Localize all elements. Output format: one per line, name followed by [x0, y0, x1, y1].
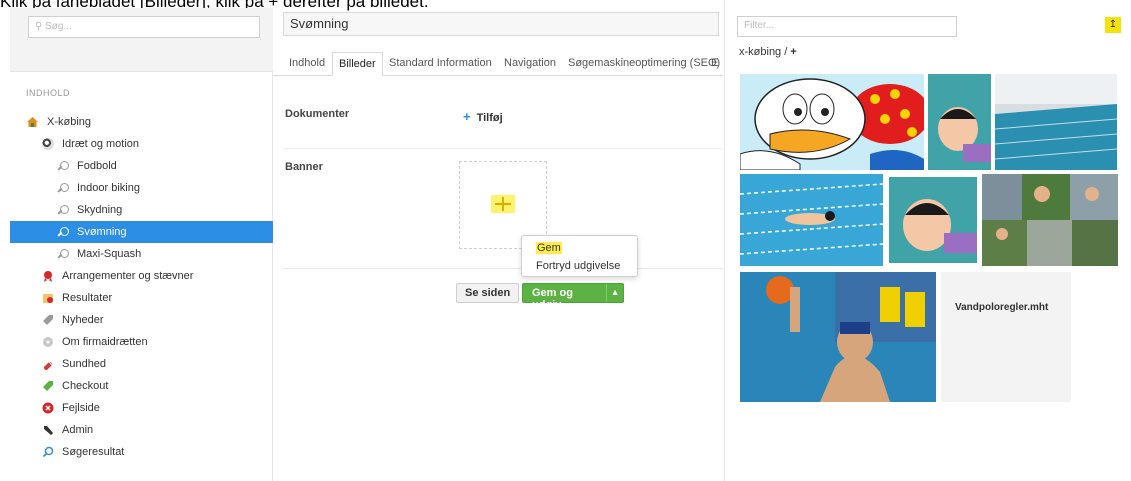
tag-icon: [43, 315, 53, 325]
baby-swimmer-image-2[interactable]: [889, 177, 977, 263]
certificate-icon: [43, 294, 53, 303]
tree-item-resultater[interactable]: Resultater: [10, 287, 273, 309]
search-icon: [58, 248, 69, 260]
content-editor: Svømning Indhold Billeder Standard Infor…: [273, 8, 723, 481]
tree-item-label: Idræt og motion: [62, 138, 140, 150]
tree-item-skydning[interactable]: Skydning: [10, 199, 273, 221]
tree-item-checkout[interactable]: Checkout: [10, 375, 273, 397]
tree-item-label: Resultater: [62, 292, 113, 304]
indoor-pool-image[interactable]: [995, 74, 1117, 170]
filter-input[interactable]: Filter...: [737, 16, 957, 37]
tree-item-label: Nyheder: [62, 314, 104, 326]
documents-label: Dokumenter: [285, 108, 350, 120]
see-page-button[interactable]: Se siden: [456, 283, 520, 303]
tab-navigation[interactable]: Navigation: [498, 52, 562, 76]
tree-item-label: Om firmaidrætten: [62, 336, 148, 348]
home-icon: [27, 117, 38, 127]
search-icon: [42, 446, 54, 458]
editor-tabs: Indhold Billeder Standard Information Na…: [273, 50, 723, 76]
publish-label: Gem og udgiv: [532, 287, 573, 311]
menu-item-save[interactable]: Gem: [536, 242, 562, 254]
banner-label: Banner: [285, 161, 323, 173]
water-polo-image[interactable]: [740, 272, 936, 402]
file-tile[interactable]: Vandpoloregler.mht: [941, 272, 1071, 402]
tree-item-fejlside[interactable]: Fejlside: [10, 397, 273, 419]
ribbon-icon: [44, 271, 52, 282]
search-icon: ⚲: [35, 21, 43, 32]
tab-overflow[interactable]: E: [709, 52, 724, 76]
tree-item-maxi-squash[interactable]: Maxi-Squash: [10, 243, 273, 265]
tree-item-arrangementer[interactable]: Arrangementer og stævner: [10, 265, 273, 287]
pill-icon: [43, 361, 53, 370]
tree-item-label: Maxi-Squash: [77, 248, 142, 260]
publish-options-menu: Gem Fortryd udgivelse: [521, 235, 638, 277]
media-picker-panel: Filter... ↥ x-købing / + Vandpoloregler.…: [724, 0, 1131, 481]
tree-item-fodbold[interactable]: Fodbold: [10, 155, 273, 177]
file-name: Vandpoloregler.mht: [955, 302, 1049, 313]
soccer-ball-icon: [42, 138, 54, 150]
add-label: Tilføj: [476, 112, 503, 124]
upload-icon[interactable]: ↥: [1105, 17, 1121, 33]
save-and-publish-button[interactable]: Gem og udgiv ▲: [522, 283, 624, 311]
tree-item-nyheder[interactable]: Nyheder: [10, 309, 273, 331]
tree-item-label: Checkout: [62, 380, 109, 392]
search-icon: [58, 160, 69, 172]
wrench-icon: [44, 426, 53, 435]
caret-up-icon[interactable]: ▲: [606, 284, 623, 302]
donald-duck-image[interactable]: [740, 74, 924, 170]
media-breadcrumb: x-købing / +: [739, 46, 797, 58]
tree-item-label: X-købing: [47, 116, 92, 128]
tree-item-label: Fodbold: [77, 160, 117, 172]
error-icon: [42, 402, 54, 414]
tree-item-label: Sundhed: [62, 358, 107, 370]
menu-item-undo-publish[interactable]: Fortryd udgivelse: [536, 260, 620, 272]
search-icon: [58, 182, 69, 194]
tree-item-admin[interactable]: Admin: [10, 419, 273, 441]
tree-item-label: Indoor biking: [77, 182, 140, 194]
tree-item-sundhed[interactable]: Sundhed: [10, 353, 273, 375]
tree-item-svomning[interactable]: Svømning: [10, 221, 273, 243]
tab-indhold[interactable]: Indhold: [283, 52, 331, 76]
tree-item-label: Svømning: [77, 226, 127, 238]
tab-standard-information[interactable]: Standard Information: [383, 52, 498, 76]
section-label: INDHOLD: [26, 88, 71, 98]
tree-item-indoor-biking[interactable]: Indoor biking: [10, 177, 273, 199]
triathlon-collage-image[interactable]: [982, 174, 1118, 266]
divider: [283, 268, 723, 269]
tree-item-label: Søgeresultat: [62, 446, 125, 458]
tree-item-om-firmaidraetten[interactable]: Om firmaidrætten: [10, 331, 273, 353]
tree-item-idraet-og-motion[interactable]: Idræt og motion: [10, 133, 273, 155]
add-document-link[interactable]: + Tilføj: [463, 109, 503, 124]
add-folder-icon[interactable]: +: [790, 46, 796, 58]
swimmer-lane-image[interactable]: [740, 174, 883, 266]
tree-item-label: Admin: [62, 424, 94, 436]
sidebar: ⚲ Søg... INDHOLD X-købing Idræt og motio…: [10, 8, 273, 481]
breadcrumb-folder[interactable]: x-købing /: [739, 46, 787, 58]
search-icon: [58, 226, 69, 238]
page-title-input[interactable]: Svømning: [283, 12, 719, 36]
sidebar-search-input[interactable]: ⚲ Søg...: [28, 16, 260, 38]
divider: [283, 148, 723, 149]
tab-seo[interactable]: Søgemaskineoptimering (SEO): [562, 52, 726, 76]
tree-item-label: Arrangementer og stævner: [62, 270, 194, 282]
tree-item-sogeresultat[interactable]: Søgeresultat: [10, 441, 273, 463]
baby-swimmer-image[interactable]: [928, 74, 991, 170]
search-placeholder: Søg...: [45, 21, 72, 32]
plus-icon: +: [463, 109, 471, 124]
tab-billeder[interactable]: Billeder: [332, 52, 383, 76]
tree-item-x-kobing[interactable]: X-købing: [10, 111, 273, 133]
tag-icon: [43, 381, 53, 391]
disc-icon: [43, 337, 53, 347]
tree-item-label: Fejlside: [62, 402, 100, 414]
tree-item-label: Skydning: [77, 204, 123, 216]
search-icon: [58, 204, 69, 216]
plus-icon: [491, 195, 515, 213]
